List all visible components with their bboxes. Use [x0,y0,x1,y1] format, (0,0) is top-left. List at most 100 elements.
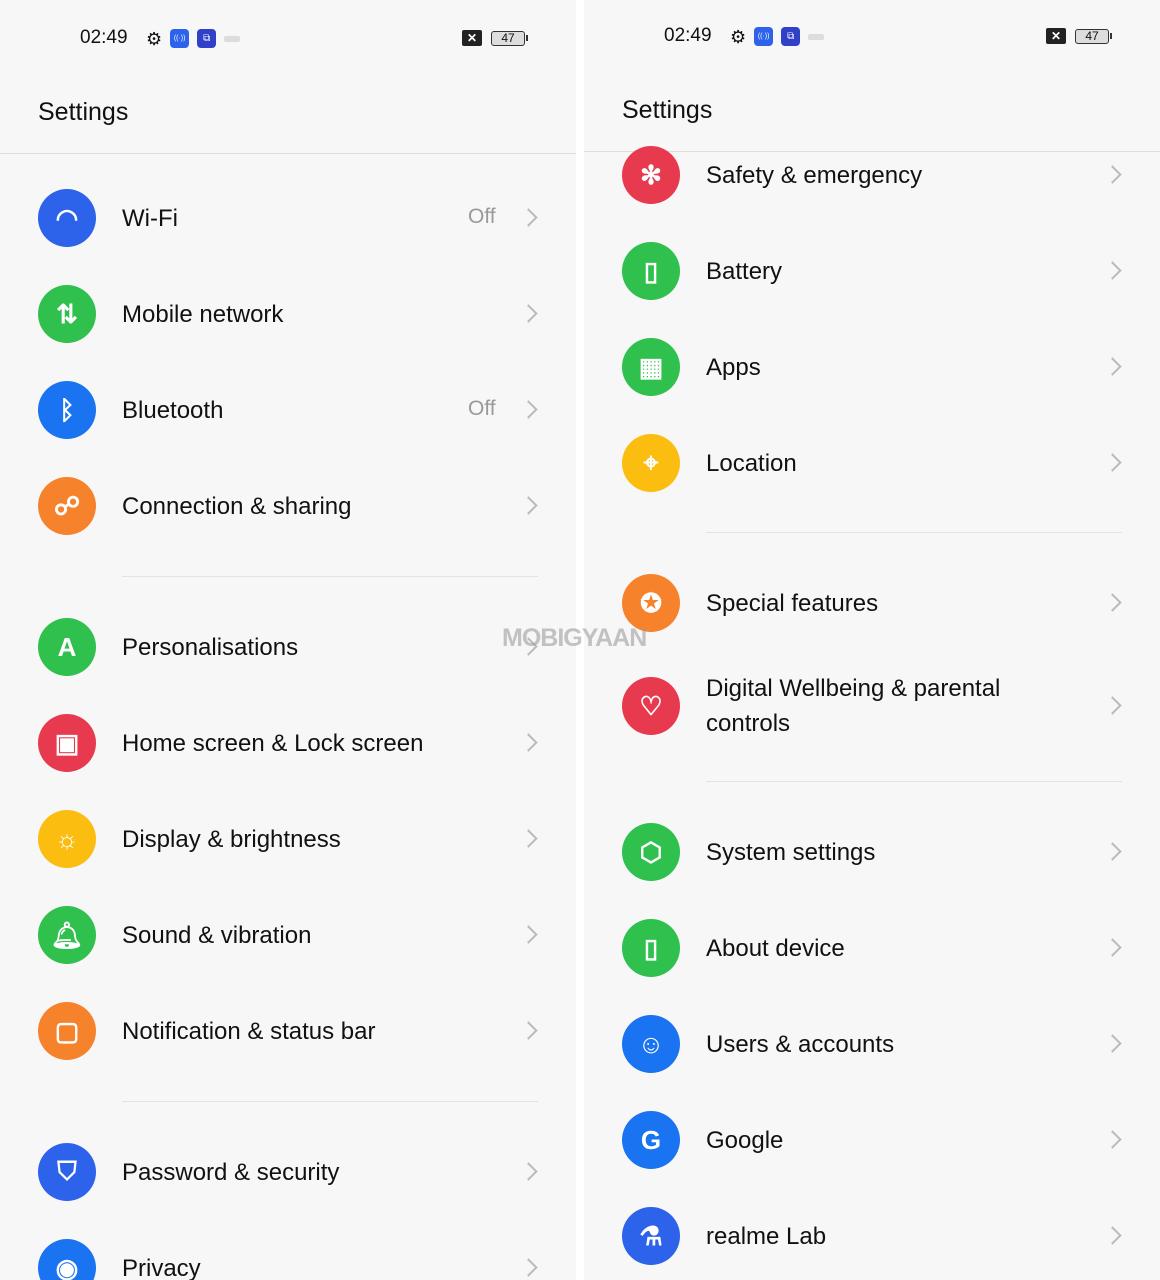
hotspot-icon: ((·)) [754,27,774,46]
image-icon: ▣ [38,714,96,772]
chevron-right-icon [519,733,538,752]
settings-item-bluetooth[interactable]: ᛒ Bluetooth Off [0,362,576,458]
chevron-right-icon [1103,696,1122,715]
settings-item-safety-emergency[interactable]: ✻ Safety & emergency [584,127,1160,223]
settings-item-label: System settings [706,838,876,866]
settings-item-label: Home screen & Lock screen [122,729,424,757]
chevron-right-icon [519,1162,538,1181]
page-title: Settings [38,98,129,126]
settings-item-battery[interactable]: ▯ Battery [584,223,1160,319]
chevron-right-icon [519,208,538,227]
notification-thumbnail-icon [808,33,825,40]
settings-item-label: Safety & emergency [706,161,923,189]
chevron-right-icon [519,400,538,419]
chevron-right-icon [1103,593,1122,612]
settings-item-label: Notification & status bar [122,1017,376,1045]
notification-thumbnail-icon [224,35,241,42]
status-time: 02:49 [664,25,712,46]
settings-item-privacy[interactable]: ◉ Privacy [0,1220,576,1280]
settings-item-label: Bluetooth [122,396,224,424]
chevron-right-icon [519,1258,538,1277]
settings-item-label: Special features [706,589,879,617]
shield-icon: ⛉ [38,1143,96,1201]
settings-item-label: Personalisations [122,633,299,661]
eye-icon: ◉ [38,1239,96,1280]
status-icons: ⚙ ((·)) ⧉ [146,28,241,49]
chevron-right-icon [519,1021,538,1040]
settings-item-label: About device [706,934,845,962]
gear-icon: ⚙ [146,28,163,49]
settings-item-about-device[interactable]: ▯ About device [584,900,1160,996]
phone-icon: ▯ [622,919,680,977]
settings-item-digital-wellbeing-parental-controls[interactable]: ♡ Digital Wellbeing & parental controls [584,658,1160,754]
hotspot-icon: ((·)) [170,29,190,48]
settings-item-label: Apps [706,353,761,381]
settings-item-value: Off [468,397,496,420]
battery-indicator: 47 [491,30,528,46]
settings-item-label: Mobile network [122,300,284,328]
mobile-data-icon: ⇅ [38,285,96,343]
settings-item-special-features[interactable]: ✪ Special features [584,555,1160,651]
settings-item-personalisations[interactable]: A Personalisations [0,599,576,695]
settings-item-connection-sharing[interactable]: ☍ Connection & sharing [0,458,576,554]
settings-item-label: Users & accounts [706,1030,895,1058]
settings-item-google[interactable]: G Google [584,1092,1160,1188]
chevron-right-icon [1103,1034,1122,1053]
chevron-right-icon [1103,453,1122,472]
heart-person-icon: ♡ [622,677,680,735]
sun-icon: ☼ [38,810,96,868]
settings-item-label: Battery [706,257,783,285]
settings-item-label: Sound & vibration [122,921,312,949]
apps-grid-icon: ▦ [622,338,680,396]
section-divider [122,576,538,577]
settings-item-realme-lab[interactable]: ⚗ realme Lab [584,1188,1160,1280]
location-icon: ⌖ [622,434,680,492]
status-time: 02:49 [80,27,128,48]
no-sim-icon: ✕ [1046,28,1066,44]
chevron-right-icon [1103,261,1122,280]
user-icon: ☺ [622,1015,680,1073]
asterisk-icon: ✻ [622,146,680,204]
settings-item-sound-vibration[interactable]: 🔔︎ Sound & vibration [0,887,576,983]
status-icons: ⚙ ((·)) ⧉ [730,27,825,46]
section-divider [122,1101,538,1102]
chevron-right-icon [519,925,538,944]
status-right: ✕ 47 [462,30,528,46]
page-title: Settings [622,96,713,124]
connection-icon: ☍ [38,477,96,535]
settings-item-label: Digital Wellbeing & parental controls [706,675,1001,737]
status-right: ✕ 47 [1046,28,1112,44]
section-divider [706,781,1122,782]
battery-icon: ▯ [622,242,680,300]
settings-item-label: realme Lab [706,1222,827,1250]
screen-cast-icon: ⧉ [781,27,801,46]
chevron-right-icon [1103,842,1122,861]
wifi-icon: ◠ [38,189,96,247]
chevron-right-icon [519,304,538,323]
settings-item-label: Wi-Fi [122,204,178,232]
chevron-right-icon [1103,357,1122,376]
settings-item-label: Google [706,1126,784,1154]
settings-item-system-settings[interactable]: ⬡ System settings [584,804,1160,900]
settings-item-value: Off [468,205,496,228]
chevron-right-icon [1103,1226,1122,1245]
google-icon: G [622,1111,680,1169]
settings-item-notification-status-bar[interactable]: ▢ Notification & status bar [0,983,576,1079]
watermark: MOBIGYAAN [502,624,647,652]
settings-panel-left: 02:49 ⚙ ((·)) ⧉ ✕ 47 Settings ◠ Wi-Fi Off ⇅ Mobile … [0,0,576,1280]
settings-item-display-brightness[interactable]: ☼ Display & brightness [0,791,576,887]
settings-item-mobile-network[interactable]: ⇅ Mobile network [0,266,576,362]
settings-item-apps[interactable]: ▦ Apps [584,319,1160,415]
chevron-right-icon [519,496,538,515]
hexagon-icon: ⬡ [622,823,680,881]
settings-item-users-accounts[interactable]: ☺ Users & accounts [584,996,1160,1092]
settings-item-label: Connection & sharing [122,492,352,520]
settings-item-home-screen-lock-screen[interactable]: ▣ Home screen & Lock screen [0,695,576,791]
bell-icon: 🔔︎ [38,906,96,964]
settings-item-location[interactable]: ⌖ Location [584,415,1160,511]
settings-item-password-security[interactable]: ⛉ Password & security [0,1124,576,1220]
settings-item-label: Password & security [122,1158,340,1186]
header-divider [0,153,576,154]
settings-item-wi-fi[interactable]: ◠ Wi-Fi Off [0,170,576,266]
notification-icon: ▢ [38,1002,96,1060]
